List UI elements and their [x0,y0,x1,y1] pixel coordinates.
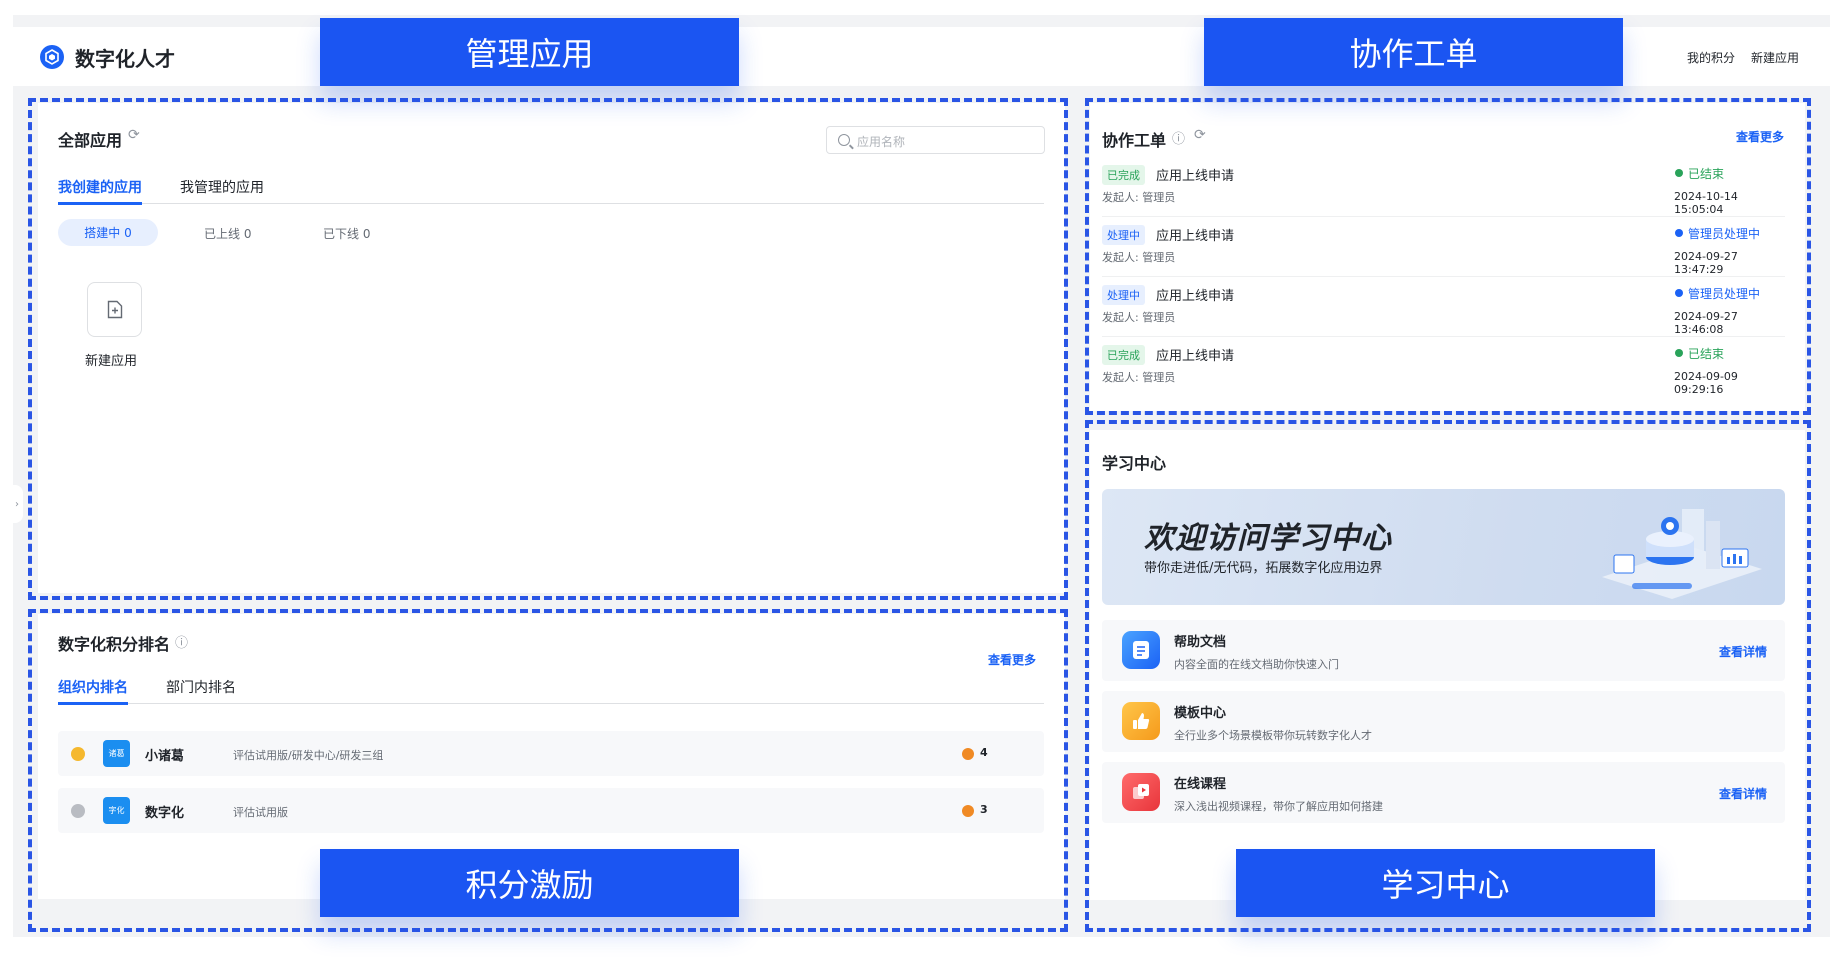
points-label: 积分激励 [320,849,739,917]
brand-name: 数字化人才 [75,47,175,71]
tickets-highlight [1085,98,1811,415]
manage-apps-label: 管理应用 [320,18,739,86]
brand-logo-icon [40,45,64,69]
tickets-label: 协作工单 [1204,18,1623,86]
new-app-link[interactable]: 新建应用 [1751,49,1799,66]
my-points-link[interactable]: 我的积分 [1687,49,1735,66]
manage-apps-highlight [28,98,1068,600]
sidebar-expand-handle[interactable]: › [11,485,23,523]
learning-label: 学习中心 [1236,849,1655,917]
